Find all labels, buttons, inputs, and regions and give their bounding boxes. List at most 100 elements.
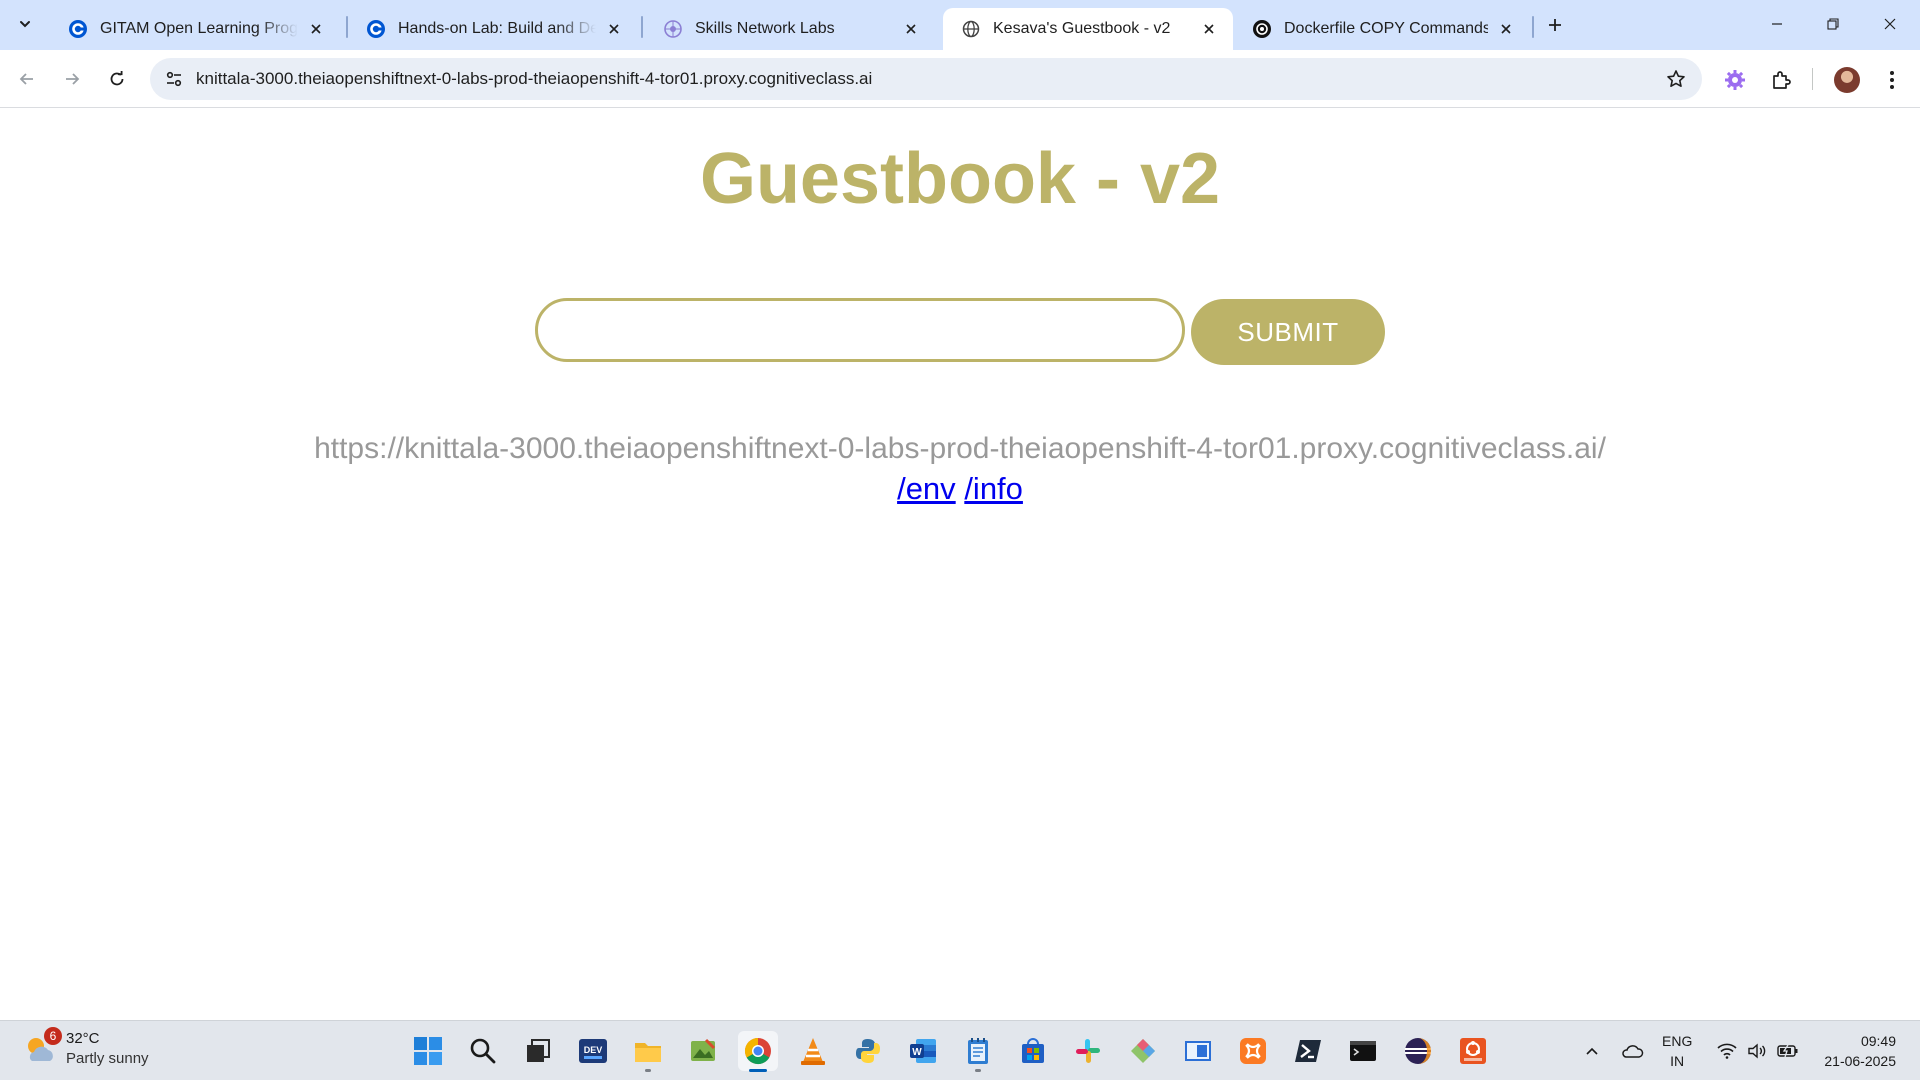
env-link[interactable]: /env [897, 471, 956, 506]
taskbar-chrome[interactable] [738, 1031, 778, 1072]
globe-icon [961, 19, 981, 39]
plus-icon [1549, 19, 1561, 31]
chrome-icon [744, 1037, 771, 1065]
running-indicator [975, 1069, 981, 1072]
vlc-cone-icon [801, 1038, 825, 1065]
close-tab-icon[interactable] [306, 19, 326, 39]
battery-charging-icon [1777, 1044, 1798, 1058]
close-tab-icon[interactable] [604, 19, 624, 39]
battery-status[interactable] [1774, 1031, 1802, 1071]
taskbar-ubuntu[interactable] [1453, 1031, 1493, 1071]
bookmark-star-icon[interactable] [1656, 58, 1696, 100]
remote-window-icon [1185, 1041, 1211, 1061]
restore-button[interactable] [1813, 8, 1853, 40]
tab-title: GITAM Open Learning Program [100, 20, 298, 37]
tab-hands-on-lab[interactable]: Hands-on Lab: Build and Deplo [348, 8, 638, 50]
show-hidden-icons-button[interactable] [1577, 1031, 1607, 1071]
info-link[interactable]: /info [964, 471, 1023, 506]
dev-home-icon: DEV [579, 1039, 607, 1063]
tab-title: Hands-on Lab: Build and Deplo [398, 20, 596, 37]
address-bar[interactable]: knittala-3000.theiaopenshiftnext-0-labs-… [150, 58, 1702, 100]
taskbar-vlc[interactable] [793, 1031, 833, 1071]
host-address: https://knittala-3000.theiaopenshiftnext… [314, 432, 1606, 465]
taskbar-dev-home[interactable]: DEV [573, 1031, 613, 1071]
python-icon [856, 1039, 880, 1063]
tab-title: Dockerfile COPY Commands [1284, 20, 1488, 37]
wifi-icon [1717, 1043, 1737, 1059]
clock-time: 09:49 [1860, 1033, 1896, 1049]
taskbar-photos[interactable] [683, 1031, 723, 1071]
wifi-status[interactable] [1714, 1031, 1740, 1071]
search-icon [470, 1038, 496, 1064]
close-tab-icon[interactable] [1496, 19, 1516, 39]
system-clock[interactable]: 09:49 21-06-2025 [1810, 1031, 1896, 1071]
new-tab-button[interactable] [1540, 10, 1570, 40]
taskbar-word[interactable]: W [903, 1031, 943, 1071]
close-tab-icon[interactable] [901, 19, 921, 39]
minimize-button[interactable] [1757, 8, 1797, 40]
site-info-icon[interactable] [154, 58, 194, 100]
tab-title: Kesava's Guestbook - v2 [993, 20, 1171, 37]
submit-button[interactable]: SUBMIT [1191, 299, 1385, 365]
taskbar-python[interactable] [848, 1031, 888, 1071]
toolbar-separator [1812, 68, 1813, 90]
extension-gear-icon[interactable] [1717, 62, 1753, 98]
tab-gitam[interactable]: GITAM Open Learning Program [50, 8, 340, 50]
taskbar-git-gui[interactable] [1123, 1031, 1163, 1071]
taskbar-remote-desktop[interactable] [1178, 1031, 1218, 1071]
onedrive-button[interactable] [1617, 1031, 1647, 1071]
tab-skills-network[interactable]: Skills Network Labs [645, 8, 935, 50]
profile-avatar[interactable] [1829, 62, 1865, 98]
notepad-icon [968, 1038, 988, 1064]
windows-logo-icon [414, 1037, 442, 1065]
weather-temperature: 32°C [66, 1030, 100, 1047]
tab-title: Skills Network Labs [695, 20, 835, 37]
tab-strip: GITAM Open Learning Program Hands-on Lab… [0, 0, 1920, 50]
weather-description: Partly sunny [66, 1050, 149, 1067]
taskbar-powershell[interactable] [1288, 1031, 1328, 1071]
git-diamond-icon [1131, 1039, 1155, 1063]
browser-toolbar: knittala-3000.theiaopenshiftnext-0-labs-… [0, 50, 1920, 108]
tab-separator [641, 16, 643, 38]
taskbar-search-button[interactable] [463, 1031, 503, 1071]
taskbar-notepad[interactable] [958, 1031, 998, 1072]
terminal-icon [1350, 1041, 1376, 1061]
task-view-button[interactable] [518, 1031, 558, 1071]
close-tab-icon[interactable] [1199, 19, 1219, 39]
reload-icon [110, 71, 124, 86]
taskbar-xampp[interactable] [1233, 1031, 1273, 1071]
weather-widget[interactable]: 6 32°C Partly sunny [22, 1027, 149, 1069]
running-indicator [749, 1069, 767, 1072]
reload-button[interactable] [100, 62, 134, 96]
forward-button[interactable] [55, 62, 89, 96]
chevron-down-icon [20, 21, 30, 28]
address-url[interactable]: knittala-3000.theiaopenshiftnext-0-labs-… [196, 69, 1656, 89]
minimize-icon [1772, 23, 1782, 25]
task-view-icon [527, 1039, 550, 1062]
start-button[interactable] [408, 1031, 448, 1071]
input-language-indicator[interactable]: ENG IN [1662, 1031, 1692, 1071]
arrow-right-icon [66, 73, 80, 85]
taskbar-eclipse[interactable] [1398, 1031, 1438, 1071]
region-code: IN [1670, 1053, 1685, 1069]
volume-status[interactable] [1744, 1031, 1770, 1071]
taskbar-slack[interactable] [1068, 1031, 1108, 1071]
photo-editor-icon [691, 1038, 716, 1061]
taskbar-file-explorer[interactable] [628, 1031, 668, 1072]
extensions-puzzle-icon[interactable] [1763, 62, 1799, 98]
taskbar-microsoft-store[interactable] [1013, 1031, 1053, 1071]
guestbook-entry-input[interactable] [535, 298, 1185, 362]
tab-dockerfile[interactable]: Dockerfile COPY Commands [1234, 8, 1530, 50]
slack-icon [1076, 1039, 1100, 1063]
coursera-favicon-icon [68, 19, 88, 39]
tab-search-button[interactable] [10, 9, 40, 39]
back-button[interactable] [10, 62, 44, 96]
chevron-up-icon [1586, 1047, 1598, 1055]
close-window-button[interactable] [1870, 8, 1910, 40]
skills-network-favicon-icon [663, 19, 683, 39]
tab-guestbook[interactable]: Kesava's Guestbook - v2 [943, 8, 1233, 50]
arrow-left-icon [19, 73, 33, 85]
browser-menu-button[interactable] [1874, 62, 1910, 98]
taskbar-terminal[interactable] [1343, 1031, 1383, 1071]
openai-favicon-icon [1252, 19, 1272, 39]
